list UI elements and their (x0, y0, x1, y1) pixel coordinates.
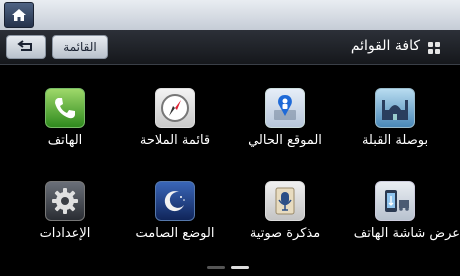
page-dot[interactable] (207, 266, 225, 269)
tile-voice-memo[interactable]: مذكرة صوتية (230, 181, 340, 253)
gear-icon (45, 181, 85, 221)
tile-phone-screen[interactable]: عرض شاشة الهاتف (340, 181, 460, 253)
top-status-bar (0, 0, 460, 30)
tile-phone[interactable]: الهاتف (10, 88, 120, 160)
compass-icon (155, 88, 195, 128)
location-pin-icon (265, 88, 305, 128)
grid-icon (428, 42, 440, 54)
tile-label: الإعدادات (39, 226, 91, 241)
tile-label: عرض شاشة الهاتف (353, 226, 460, 241)
microphone-icon (265, 181, 305, 221)
mosque-icon (375, 88, 415, 128)
home-button[interactable] (4, 2, 34, 28)
page-title: كافة القوائم (350, 38, 420, 54)
tile-current-location[interactable]: الموقع الحالي (230, 88, 340, 160)
home-icon (12, 9, 26, 21)
tile-silent-mode[interactable]: الوضع الصامت (120, 181, 230, 253)
return-arrow-icon (17, 40, 32, 51)
phone-icon (45, 88, 85, 128)
tile-label: الهاتف (47, 133, 83, 148)
menu-header: القائمة كافة القوائم (0, 30, 460, 65)
page-dot-active[interactable] (231, 266, 249, 269)
tile-qibla-compass[interactable]: بوصلة القبلة (340, 88, 450, 160)
list-button[interactable]: القائمة (52, 35, 108, 59)
phone-screen-icon (375, 181, 415, 221)
page-indicator (207, 266, 249, 269)
back-button[interactable] (6, 35, 46, 59)
tile-navigation-menu[interactable]: قائمة الملاحة (120, 88, 230, 160)
tile-settings[interactable]: الإعدادات (10, 181, 120, 253)
moon-icon (155, 181, 195, 221)
